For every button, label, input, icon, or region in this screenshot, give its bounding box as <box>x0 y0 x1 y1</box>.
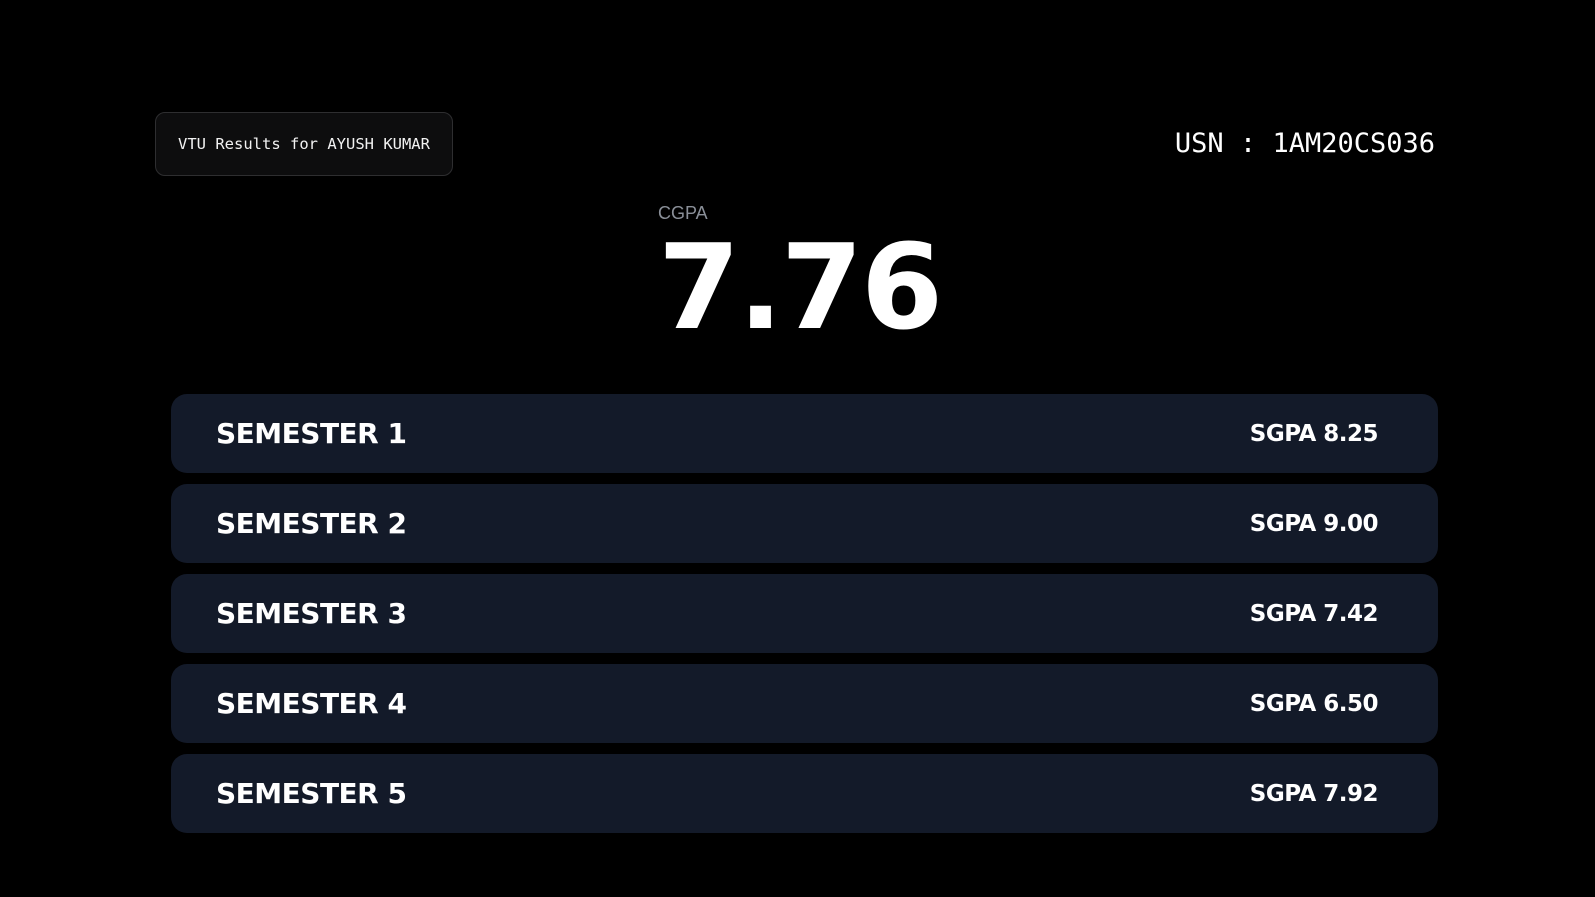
results-title: VTU Results for AYUSH KUMAR <box>178 135 430 153</box>
semester-name: SEMESTER 3 <box>216 597 407 630</box>
semester-sgpa: SGPA 8.25 <box>1249 420 1379 447</box>
semester-sgpa: SGPA 6.50 <box>1249 690 1379 717</box>
semester-row-4[interactable]: SEMESTER 4 SGPA 6.50 <box>171 664 1438 743</box>
semester-name: SEMESTER 5 <box>216 777 407 810</box>
semester-row-1[interactable]: SEMESTER 1 SGPA 8.25 <box>171 394 1438 473</box>
results-title-badge: VTU Results for AYUSH KUMAR <box>155 112 453 176</box>
semester-row-5[interactable]: SEMESTER 5 SGPA 7.92 <box>171 754 1438 833</box>
semester-list: SEMESTER 1 SGPA 8.25 SEMESTER 2 SGPA 9.0… <box>171 394 1438 833</box>
semester-name: SEMESTER 2 <box>216 507 407 540</box>
usn-label: USN : 1AM20CS036 <box>1174 128 1435 159</box>
semester-sgpa: SGPA 9.00 <box>1249 510 1379 537</box>
semester-row-2[interactable]: SEMESTER 2 SGPA 9.00 <box>171 484 1438 563</box>
semester-sgpa: SGPA 7.92 <box>1249 780 1379 807</box>
cgpa-value: 7.76 <box>658 218 943 356</box>
semester-name: SEMESTER 1 <box>216 417 407 450</box>
semester-sgpa: SGPA 7.42 <box>1249 600 1379 627</box>
semester-row-3[interactable]: SEMESTER 3 SGPA 7.42 <box>171 574 1438 653</box>
semester-name: SEMESTER 4 <box>216 687 407 720</box>
